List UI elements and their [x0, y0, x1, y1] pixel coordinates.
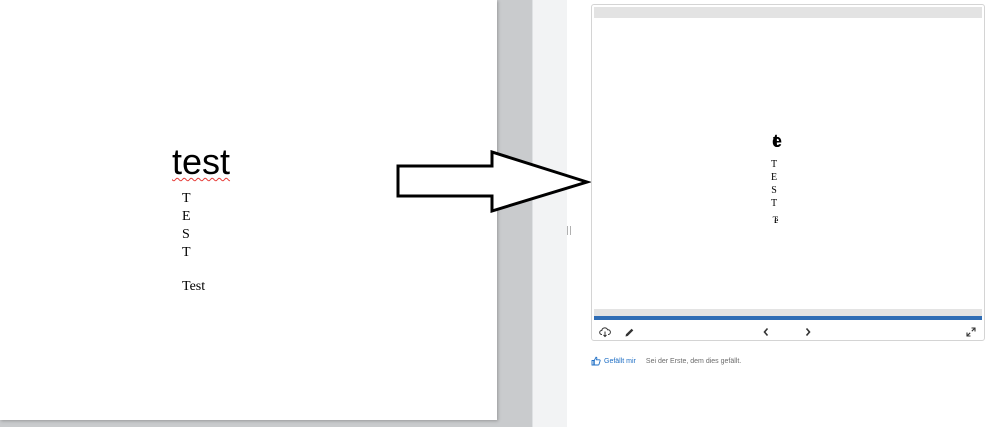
- preview-viewer: te T E S T Te: [591, 4, 985, 341]
- like-button[interactable]: Gefällt mir: [591, 356, 636, 366]
- edit-button[interactable]: [622, 325, 636, 339]
- arrow-right-icon: [396, 150, 591, 214]
- screenshot-root: test T E S T Test || te T E S T Te Gefäl…: [0, 0, 998, 427]
- pencil-icon: [625, 328, 633, 336]
- viewer-progress-bar: [594, 316, 982, 320]
- document-heading: test: [172, 141, 231, 182]
- like-row: Gefällt mir Sei der Erste, dem dies gefä…: [591, 354, 741, 368]
- preview-letter: E: [770, 172, 778, 183]
- document-letter: S: [182, 227, 190, 242]
- viewer-toolbar: [592, 323, 984, 341]
- preview-vertical-letters: T E S T: [762, 158, 786, 210]
- expand-icon: [966, 327, 976, 337]
- preview-letter: T: [770, 159, 778, 170]
- chevron-left-icon: [763, 327, 769, 337]
- viewer-top-bar: [594, 7, 982, 18]
- preview-rendered-content: te T E S T Te: [762, 131, 786, 225]
- viewer-bottom-bar: [594, 309, 982, 316]
- preview-heading: te: [772, 131, 782, 151]
- like-label: Gefällt mir: [604, 357, 636, 365]
- next-page-button[interactable]: [801, 325, 815, 339]
- document-letter: T: [182, 245, 191, 260]
- thumbs-up-icon: [591, 356, 601, 366]
- cloud-download-icon: [599, 327, 611, 338]
- preview-letter: S: [771, 185, 777, 196]
- preview-tail-text: Te: [772, 215, 779, 225]
- like-status-text: Sei der Erste, dem dies gefällt.: [645, 357, 742, 365]
- document-footer-text: Test: [182, 279, 206, 294]
- chevron-right-icon: [805, 327, 811, 337]
- fullscreen-button[interactable]: [964, 325, 978, 339]
- document-letter: E: [182, 209, 191, 224]
- preview-letter: T: [770, 198, 778, 209]
- splitter-handle[interactable]: ||: [566, 226, 572, 236]
- previous-page-button[interactable]: [759, 325, 773, 339]
- download-button[interactable]: [598, 325, 612, 339]
- document-vertical-letters: T E S T: [182, 190, 191, 262]
- document-letter: T: [182, 191, 191, 206]
